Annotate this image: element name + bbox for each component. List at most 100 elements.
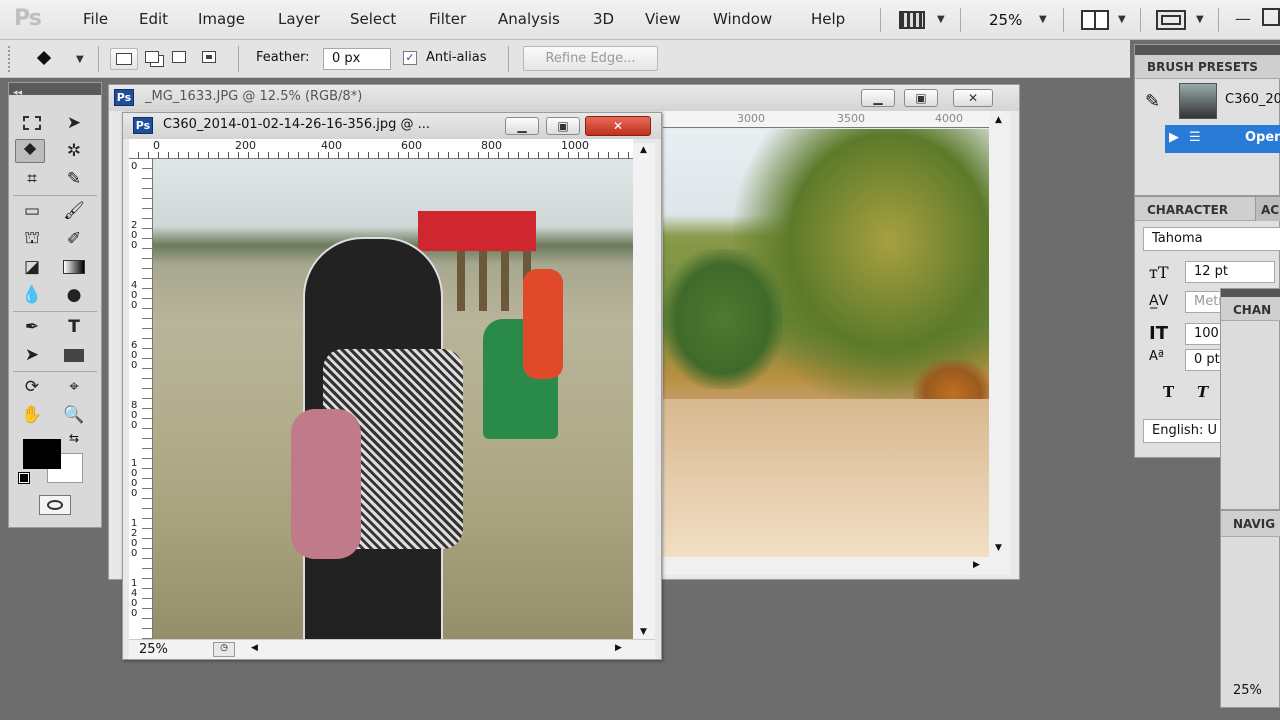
chevron-down-icon[interactable]: ▼ — [937, 14, 945, 25]
hand-tool-icon[interactable]: ✋ — [17, 403, 47, 427]
red-structure — [418, 211, 536, 251]
quick-mask-button[interactable] — [39, 495, 71, 515]
quick-selection-tool-icon[interactable]: ✲ — [59, 139, 89, 163]
type-tool-icon[interactable]: T — [59, 315, 89, 339]
document-titlebar-back[interactable]: Ps _MG_1633.JPG @ 12.5% (RGB/8*) ▁ ▣ ✕ — [109, 85, 1019, 111]
scroll-left-icon[interactable]: ◀ — [251, 643, 258, 653]
swap-colors-icon[interactable]: ⇆ — [69, 431, 79, 445]
scroll-up-icon[interactable]: ▲ — [640, 145, 647, 155]
arrange-documents-icon[interactable] — [1081, 10, 1109, 30]
font-family-field[interactable]: Tahoma — [1143, 227, 1280, 251]
maximize-button[interactable]: ▣ — [546, 117, 580, 135]
menu-view[interactable]: View — [645, 10, 681, 28]
navigator-tab[interactable]: NAVIG — [1233, 517, 1275, 531]
ps-doc-icon: Ps — [114, 89, 134, 106]
menu-3d[interactable]: 3D — [593, 10, 614, 28]
healing-brush-tool-icon[interactable]: ▭ — [17, 199, 47, 223]
tools-panel-header[interactable]: ◂◂ — [9, 83, 101, 98]
vertical-scrollbar-back[interactable]: ▲ ▼ — [989, 111, 1011, 557]
clone-stamp-tool-icon[interactable]: ⛫ — [17, 227, 47, 251]
menu-help[interactable]: Help — [811, 10, 845, 28]
refine-edge-button[interactable]: Refine Edge... — [523, 46, 658, 71]
brush-presets-tab[interactable]: BRUSH PRESETS — [1135, 55, 1280, 79]
pen-tool-icon[interactable]: ✒ — [17, 315, 47, 339]
default-colors-icon[interactable] — [18, 472, 30, 484]
horizontal-ruler-back: 3000 3500 4000 — [663, 111, 989, 128]
character-tab[interactable]: CHARACTER — [1147, 203, 1228, 217]
zoom-level-menu[interactable]: 25% — [989, 11, 1022, 29]
subtract-from-selection-icon[interactable] — [172, 51, 186, 63]
antialias-checkbox[interactable]: ✓ — [403, 51, 417, 65]
scroll-down-icon[interactable]: ▼ — [640, 627, 647, 637]
screen-mode-icon[interactable] — [1156, 10, 1186, 30]
faux-bold-icon[interactable]: T — [1163, 383, 1174, 401]
chevron-down-icon[interactable]: ▼ — [1118, 14, 1126, 25]
zoom-tool-icon[interactable]: 🔍 — [59, 403, 89, 427]
vertical-scrollbar-front[interactable]: ▲ ▼ — [633, 143, 655, 639]
menu-filter[interactable]: Filter — [429, 10, 466, 28]
blur-tool-icon[interactable]: 💧 — [17, 283, 47, 307]
ruler-tick-label: 400 — [321, 139, 342, 152]
chevron-down-icon[interactable]: ▼ — [1039, 14, 1047, 25]
path-selection-tool-icon[interactable]: ➤ — [17, 343, 47, 367]
minimize-button[interactable]: ▁ — [861, 89, 895, 107]
3d-rotate-tool-icon[interactable]: ⟳ — [17, 375, 47, 399]
maximize-button[interactable]: ▣ — [904, 89, 938, 107]
chevron-down-icon[interactable]: ▼ — [1196, 14, 1204, 25]
horizontal-ruler-front: 0 200 400 600 800 1000 — [129, 139, 633, 159]
add-to-selection-icon[interactable] — [145, 51, 159, 63]
channels-tab[interactable]: CHAN — [1233, 303, 1271, 317]
bridge-icon[interactable] — [899, 11, 925, 29]
faux-italic-icon[interactable]: T — [1197, 383, 1208, 401]
brush-edit-icon[interactable]: ✎ — [1145, 91, 1160, 112]
menu-image[interactable]: Image — [198, 10, 245, 28]
marquee-tool-icon[interactable] — [17, 111, 47, 135]
photo-canvas[interactable] — [153, 159, 633, 639]
brush-tool-icon[interactable]: 🖌 — [59, 199, 89, 223]
gradient-tool-icon[interactable] — [59, 255, 89, 279]
font-size-field[interactable]: 12 pt — [1185, 261, 1275, 283]
scroll-right-icon[interactable]: ▶ — [615, 643, 622, 653]
new-selection-button[interactable] — [110, 48, 138, 70]
menu-edit[interactable]: Edit — [139, 10, 168, 28]
crop-tool-icon[interactable]: ⌗ — [17, 167, 47, 191]
history-brush-tool-icon[interactable]: ✐ — [59, 227, 89, 251]
eraser-tool-icon[interactable]: ◪ — [17, 255, 47, 279]
scroll-down-icon[interactable]: ▼ — [995, 543, 1002, 553]
scroll-up-icon[interactable]: ▲ — [995, 115, 1002, 125]
status-info-icon[interactable]: ◷ — [213, 642, 235, 657]
menu-select[interactable]: Select — [350, 10, 396, 28]
horizontal-scrollbar-back[interactable]: ▶ — [663, 557, 1011, 575]
feather-label: Feather: — [256, 50, 310, 65]
move-tool-icon[interactable]: ➤ — [59, 111, 89, 135]
rectangle-tool-icon[interactable] — [59, 343, 89, 367]
feather-input[interactable]: 0 px — [323, 48, 391, 70]
chevron-down-icon[interactable]: ▼ — [76, 54, 84, 65]
menu-analysis[interactable]: Analysis — [498, 10, 560, 28]
restore-icon[interactable] — [1262, 8, 1280, 26]
menu-window[interactable]: Window — [713, 10, 772, 28]
menu-file[interactable]: File — [83, 10, 108, 28]
zoom-readout[interactable]: 25% — [139, 642, 168, 657]
foreground-color-swatch-top[interactable] — [23, 439, 61, 469]
open-menu-item[interactable]: ▶ ☰ Open — [1165, 125, 1280, 153]
polygonal-lasso-preset-icon[interactable]: ⯁ — [36, 47, 52, 71]
polygonal-lasso-tool-icon[interactable]: ⯁ — [15, 139, 45, 163]
intersect-selection-icon[interactable] — [202, 51, 216, 63]
scroll-right-icon[interactable]: ▶ — [973, 560, 980, 570]
panel-grip[interactable] — [1135, 45, 1280, 55]
minimize-button[interactable]: ▁ — [505, 117, 539, 135]
close-button[interactable]: ✕ — [953, 89, 993, 107]
preset-thumbnail[interactable] — [1179, 83, 1217, 119]
document-titlebar-front[interactable]: Ps C360_2014-01-02-14-26-16-356.jpg @ ..… — [123, 113, 661, 139]
minimize-icon[interactable]: — — [1235, 9, 1251, 28]
navigator-zoom-readout[interactable]: 25% — [1233, 683, 1262, 698]
adjustments-tab[interactable]: AC — [1261, 203, 1279, 217]
close-button[interactable]: ✕ — [585, 116, 651, 136]
eyedropper-tool-icon[interactable]: ✎ — [59, 167, 89, 191]
menu-layer[interactable]: Layer — [278, 10, 320, 28]
dodge-tool-icon[interactable]: ● — [59, 283, 89, 307]
ruler-tick-label: 200 — [131, 220, 138, 251]
panel-grip[interactable] — [1221, 289, 1280, 297]
3d-orbit-tool-icon[interactable]: ⌖ — [59, 375, 89, 399]
